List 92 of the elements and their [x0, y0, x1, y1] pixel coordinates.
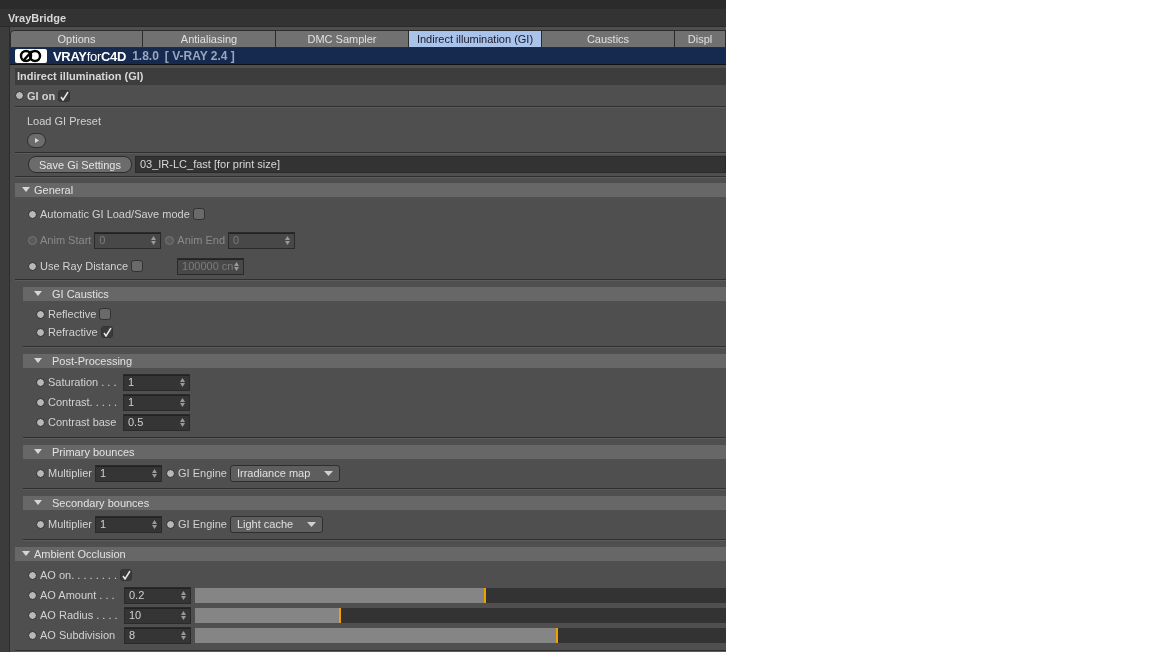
- window-title: VrayBridge: [0, 0, 726, 27]
- keyframe-icon[interactable]: [166, 468, 175, 478]
- version-text: 1.8.0: [132, 49, 159, 63]
- field-label: AO Subdivision: [40, 629, 117, 641]
- caret-icon: [324, 470, 334, 476]
- checkbox[interactable]: [99, 308, 112, 320]
- expand-triangle-icon[interactable]: [20, 550, 32, 558]
- field-label: Reflective: [48, 308, 97, 320]
- field-label: Multiplier: [48, 467, 92, 479]
- check-icon: [59, 90, 70, 101]
- keyframe-icon[interactable]: [36, 519, 45, 529]
- number-field[interactable]: 10: [124, 606, 191, 624]
- expand-triangle-icon[interactable]: [32, 290, 44, 298]
- number-field[interactable]: 1: [123, 393, 190, 411]
- group-header[interactable]: Post-Processing: [23, 354, 726, 368]
- field-label: AO Amount . . .: [40, 589, 116, 601]
- spinner-arrows-icon: [181, 590, 186, 600]
- spinner-arrows-icon: [180, 377, 185, 387]
- field-label: GI Engine: [178, 518, 227, 530]
- field-label: GI Engine: [178, 467, 227, 479]
- load-preset-button[interactable]: [27, 133, 46, 148]
- tab[interactable]: Caustics: [542, 30, 675, 48]
- checkbox[interactable]: [131, 260, 144, 272]
- field-label: Contrast base: [48, 416, 118, 428]
- field-label: Automatic GI Load/Save mode: [40, 208, 190, 220]
- field-label: Load GI Preset: [27, 115, 101, 127]
- dropdown[interactable]: Irradiance map: [229, 464, 341, 482]
- keyframe-icon[interactable]: [28, 261, 37, 271]
- keyframe-icon[interactable]: [28, 209, 37, 219]
- spinner-arrows-icon: [152, 468, 157, 478]
- field-label: AO on. . . . . . . .: [40, 569, 118, 581]
- preset-name-field[interactable]: 03_IR-LC_fast [for print size]: [134, 156, 726, 173]
- group-header[interactable]: Primary bounces: [23, 445, 726, 459]
- number-field[interactable]: 1: [95, 515, 162, 533]
- group-header[interactable]: GI Caustics: [23, 287, 726, 301]
- tab[interactable]: Displ: [675, 30, 726, 48]
- number-field[interactable]: 1: [123, 373, 190, 391]
- checkbox[interactable]: [58, 89, 71, 102]
- panel-title: Indirect illumination (GI): [15, 68, 726, 85]
- caret-icon: [307, 521, 317, 527]
- logo-icon: [15, 49, 47, 63]
- check-icon: [101, 327, 112, 337]
- checkbox[interactable]: [192, 208, 205, 220]
- slider-fill[interactable]: [195, 627, 559, 643]
- field-label: Contrast. . . . .: [48, 396, 119, 408]
- slider-fill[interactable]: [195, 587, 486, 603]
- slider-track[interactable]: [195, 607, 726, 623]
- field-label: Anim Start: [40, 234, 92, 246]
- spinner-arrows-icon: [181, 610, 186, 620]
- group-header[interactable]: General: [15, 183, 726, 197]
- spinner-arrows-icon: [151, 235, 157, 245]
- group-header[interactable]: Secondary bounces: [23, 496, 726, 510]
- spinner-arrows-icon: [180, 417, 185, 427]
- tab[interactable]: Antialiasing: [143, 30, 276, 48]
- field-label: Anim End: [177, 234, 226, 246]
- spinner-arrows-icon: [285, 235, 291, 245]
- spinner-arrows-icon: [181, 630, 186, 640]
- group-header[interactable]: Ambient Occlusion: [15, 547, 726, 561]
- number-field[interactable]: 0.5: [123, 413, 190, 431]
- field-label: Use Ray Distance: [40, 260, 129, 272]
- number-field[interactable]: 1: [95, 464, 162, 482]
- brand-name: VRAYforC4D: [53, 48, 127, 64]
- expand-triangle-icon[interactable]: [32, 499, 44, 507]
- spinner-arrows-icon: [180, 397, 185, 407]
- checkbox[interactable]: [120, 569, 133, 581]
- number-field[interactable]: 0.2: [124, 586, 191, 604]
- dropdown[interactable]: Light cache: [229, 515, 324, 533]
- engine-version-text: [ V-RAY 2.4 ]: [164, 49, 235, 63]
- field-label: Multiplier: [48, 518, 92, 530]
- save-settings-button[interactable]: Save Gi Settings: [28, 156, 132, 173]
- spinner-arrows-icon: [152, 519, 157, 529]
- keyframe-icon[interactable]: [166, 519, 175, 529]
- slider-track[interactable]: [195, 587, 726, 603]
- field-label: GI on: [27, 89, 56, 102]
- spinner-arrows-icon: [234, 261, 240, 271]
- slider-fill[interactable]: [195, 607, 341, 623]
- tab[interactable]: Indirect illumination (GI): [409, 30, 542, 48]
- keyframe-icon[interactable]: [36, 468, 45, 478]
- slider-track[interactable]: [195, 627, 726, 643]
- tab[interactable]: Options: [10, 30, 143, 48]
- checkbox[interactable]: [100, 326, 113, 338]
- keyframe-icon[interactable]: [15, 91, 24, 100]
- check-icon: [121, 570, 132, 580]
- play-icon: [34, 138, 39, 143]
- field-label: AO Radius . . . .: [40, 609, 119, 621]
- field-label: Refractive: [48, 326, 98, 338]
- field-label: Saturation . . .: [48, 376, 118, 388]
- number-field[interactable]: 8: [124, 626, 191, 644]
- expand-triangle-icon[interactable]: [32, 448, 44, 456]
- tab[interactable]: DMC Sampler: [276, 30, 409, 48]
- expand-triangle-icon[interactable]: [32, 357, 44, 365]
- expand-triangle-icon[interactable]: [20, 186, 32, 194]
